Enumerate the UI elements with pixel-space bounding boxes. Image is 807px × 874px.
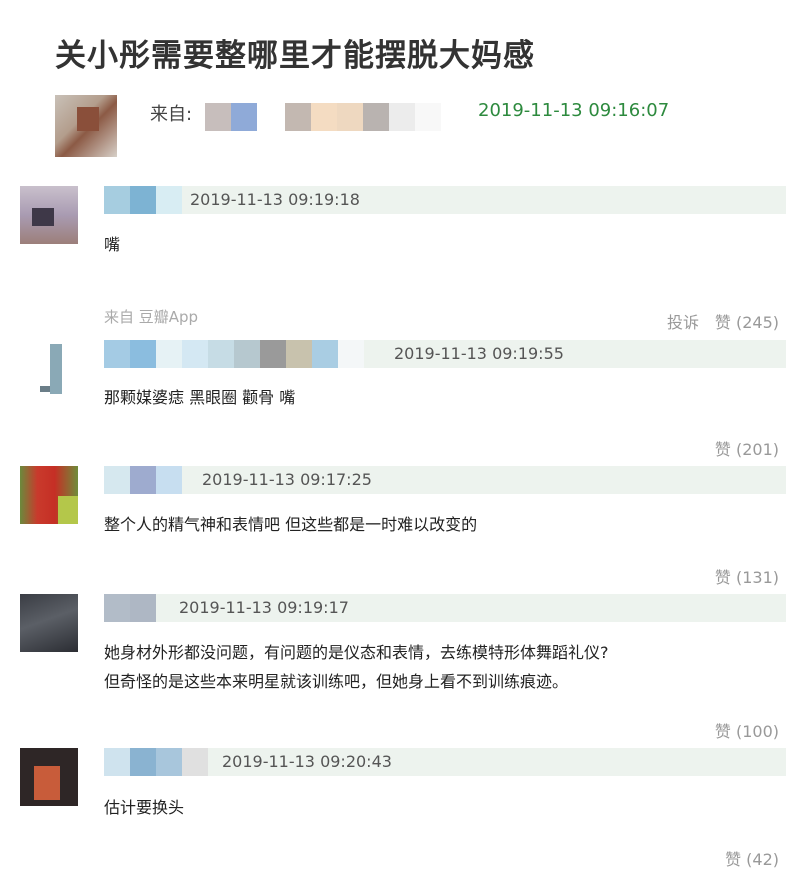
like-button[interactable]: 赞 (42) — [725, 846, 779, 870]
comment-text-line-1: 她身材外形都没问题，有问题的是仪态和表情，去练模特形体舞蹈礼仪? — [104, 643, 609, 662]
report-link[interactable]: 投诉 — [667, 309, 699, 333]
post-title: 关小彤需要整哪里才能摆脱大妈感 — [55, 38, 535, 74]
like-button[interactable]: 赞 (201) — [715, 436, 779, 460]
comment-avatar[interactable] — [20, 594, 78, 652]
from-label: 来自: — [150, 104, 193, 125]
comment-text-line-2: 但奇怪的是这些本来明星就该训练吧，但她身上看不到训练痕迹。 — [104, 672, 569, 691]
comment-text: 嘴 — [104, 235, 121, 254]
comment-user-censored[interactable] — [104, 594, 156, 622]
comment-avatar[interactable] — [20, 748, 78, 806]
like-button[interactable]: 赞 (245) — [715, 309, 779, 333]
comment-time: 2019-11-13 09:19:17 — [179, 598, 349, 617]
post-time: 2019-11-13 09:16:07 — [478, 100, 670, 121]
comment-source: 来自 豆瓣App — [104, 308, 199, 326]
author-avatar[interactable] — [55, 95, 117, 157]
comment-avatar[interactable] — [20, 466, 78, 524]
author-name-censored[interactable] — [205, 103, 441, 131]
comment-user-censored[interactable] — [104, 466, 182, 494]
comment-user-censored[interactable] — [104, 340, 364, 368]
comment-time: 2019-11-13 09:17:25 — [202, 470, 372, 489]
comment-header: 2019-11-13 09:17:25 — [104, 466, 786, 494]
like-button[interactable]: 赞 (131) — [715, 564, 779, 588]
comment-user-censored[interactable] — [104, 748, 208, 776]
comment-header: 2019-11-13 09:19:17 — [104, 594, 786, 622]
comment-avatar[interactable] — [20, 340, 78, 398]
comment-text: 那颗媒婆痣 黑眼圈 颧骨 嘴 — [104, 388, 296, 407]
comment-header: 2019-11-13 09:20:43 — [104, 748, 786, 776]
comment-header: 2019-11-13 09:19:18 — [104, 186, 786, 214]
comment-time: 2019-11-13 09:20:43 — [222, 752, 392, 771]
comment-user-censored[interactable] — [104, 186, 182, 214]
comment-text: 整个人的精气神和表情吧 但这些都是一时难以改变的 — [104, 515, 478, 534]
comment-avatar[interactable] — [20, 186, 78, 244]
comment-time: 2019-11-13 09:19:18 — [190, 190, 360, 209]
like-button[interactable]: 赞 (100) — [715, 718, 779, 742]
comment-text: 估计要换头 — [104, 798, 185, 817]
comment-header: 2019-11-13 09:19:55 — [104, 340, 786, 368]
comment-time: 2019-11-13 09:19:55 — [394, 344, 564, 363]
